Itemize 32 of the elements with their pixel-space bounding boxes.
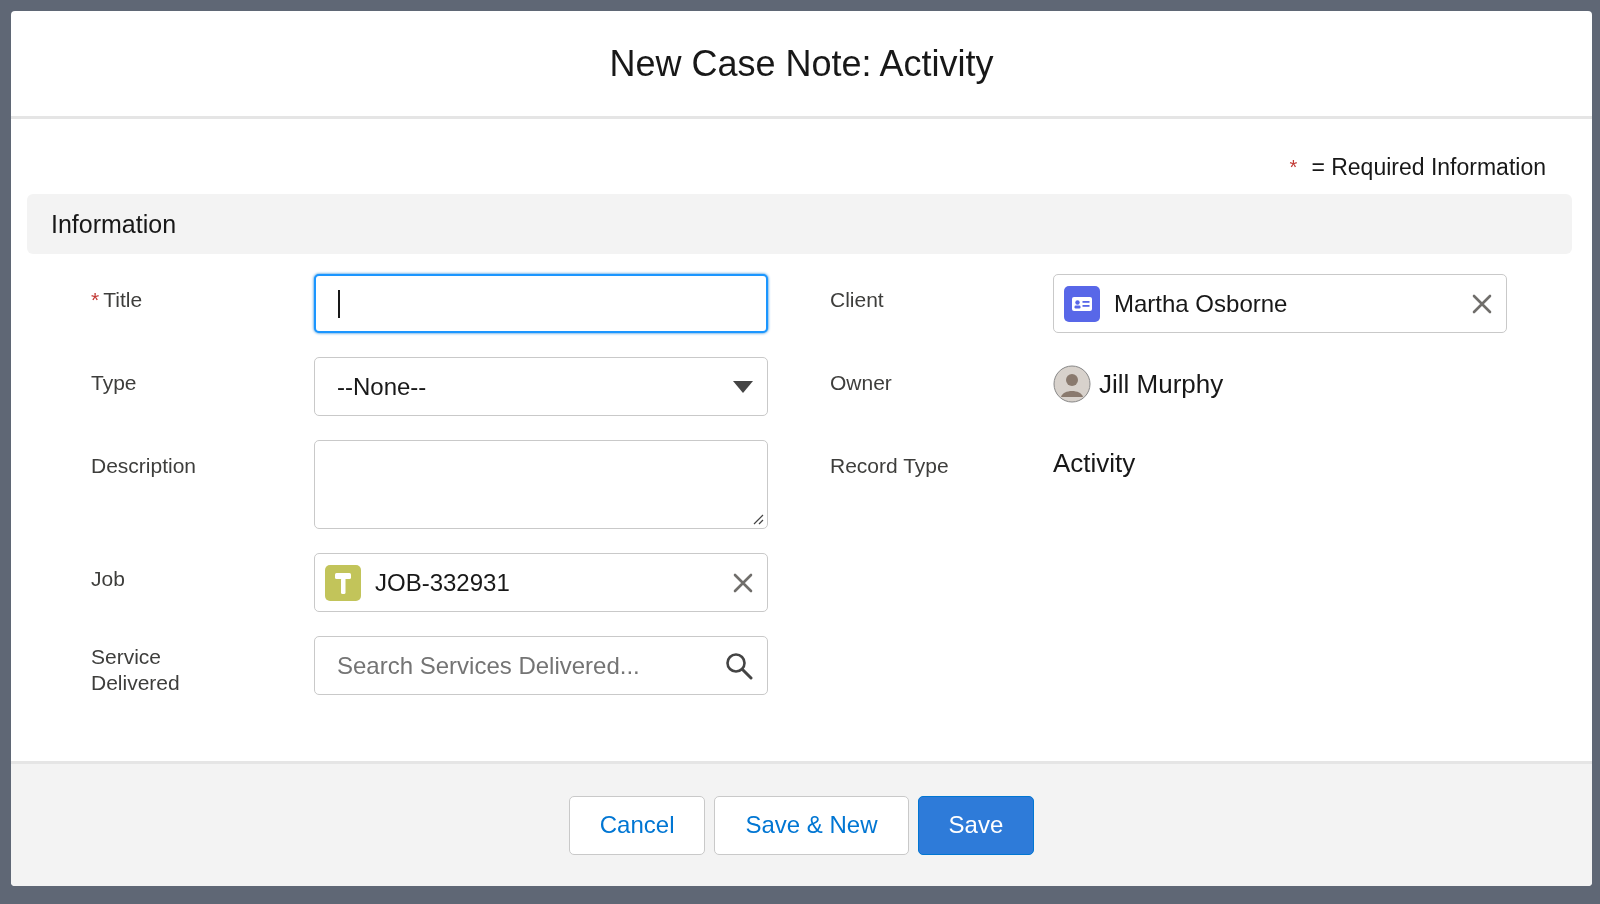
field-label: * Title xyxy=(91,287,144,313)
text-cursor xyxy=(338,289,340,318)
section-title: Information xyxy=(51,209,177,239)
modal-title: New Case Note: Activity xyxy=(609,42,994,85)
field-label: Type xyxy=(91,370,138,396)
contact-card-icon xyxy=(1064,285,1100,322)
save-and-new-button[interactable]: Save & New xyxy=(714,795,909,855)
owner-name[interactable]: Jill Murphy xyxy=(1099,368,1224,400)
field-label: Record Type xyxy=(830,453,950,479)
save-button[interactable]: Save xyxy=(917,795,1035,855)
field-label: Description xyxy=(91,453,198,479)
hammer-icon xyxy=(325,564,361,601)
select-field[interactable]: --None-- xyxy=(314,357,768,416)
search-icon xyxy=(725,651,753,680)
required-marker: * xyxy=(1289,156,1298,179)
dropdown-caret-icon xyxy=(733,380,753,393)
resize-handle-icon[interactable] xyxy=(752,513,764,525)
field-label: Client xyxy=(830,287,885,313)
required-note: = Required Information xyxy=(1311,154,1546,181)
field-value: Activity xyxy=(1053,447,1137,479)
cancel-button[interactable]: Cancel xyxy=(568,795,706,855)
field-label: Owner xyxy=(830,370,893,396)
textarea-field[interactable] xyxy=(314,440,768,529)
avatar-icon xyxy=(1053,365,1091,403)
field-label: Service Delivered xyxy=(91,644,181,697)
lookup-field[interactable]: JOB-332931 xyxy=(314,553,768,612)
text-input-field[interactable] xyxy=(314,274,768,333)
field-label: Job xyxy=(91,566,126,592)
clear-icon[interactable] xyxy=(1472,293,1492,314)
search-field[interactable]: Search Services Delivered... xyxy=(314,636,768,695)
lookup-field[interactable]: Martha Osborne xyxy=(1053,274,1507,333)
clear-icon[interactable] xyxy=(733,572,753,593)
